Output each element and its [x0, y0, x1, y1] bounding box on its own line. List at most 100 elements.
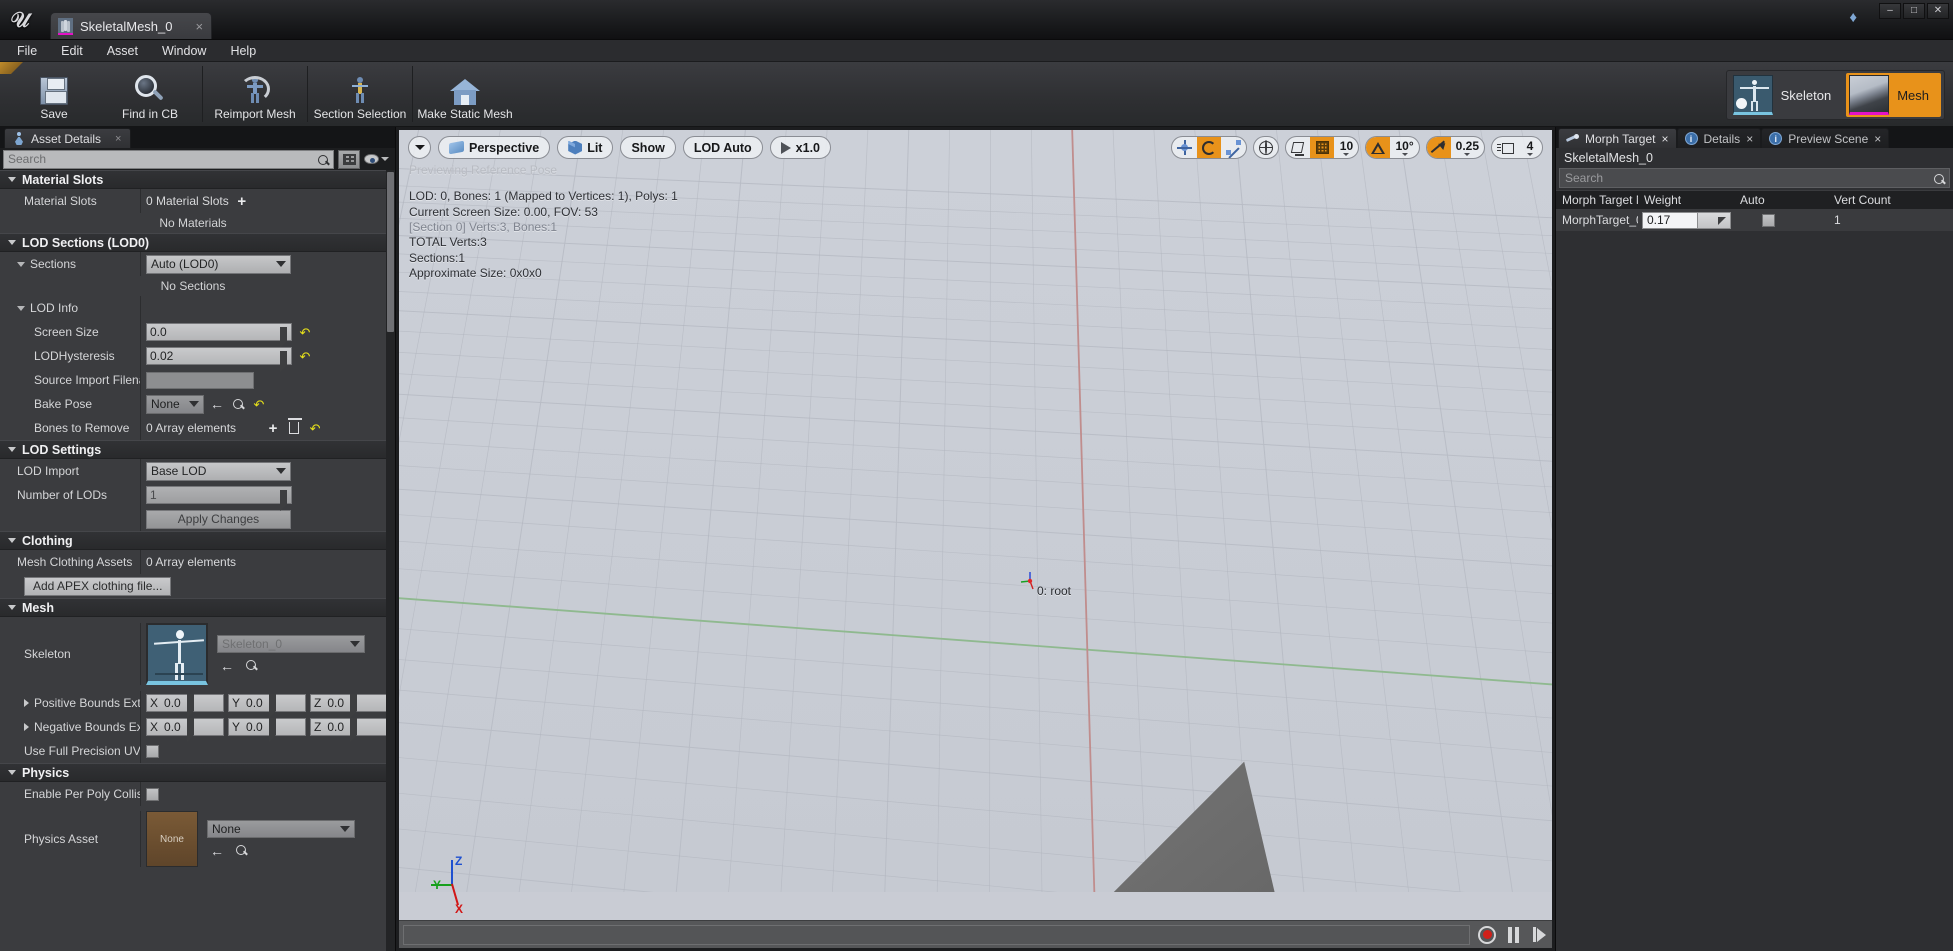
apply-changes-button[interactable]: Apply Changes [146, 509, 291, 529]
reimport-mesh-button[interactable]: Reimport Mesh [207, 62, 303, 126]
step-forward-button[interactable] [1526, 921, 1552, 949]
tab-preview-scene[interactable]: i Preview Scene × [1761, 128, 1890, 148]
show-flags-button[interactable]: Show [620, 136, 676, 159]
scale-snap-toggle[interactable] [1426, 137, 1451, 158]
category-mesh[interactable]: Mesh [0, 598, 386, 617]
surface-snap-button[interactable] [1286, 137, 1310, 158]
chevron-down-icon[interactable] [17, 261, 25, 267]
column-header-weight[interactable]: Weight [1638, 193, 1734, 207]
category-lod-sections[interactable]: LOD Sections (LOD0) [0, 233, 386, 252]
add-material-slot-button[interactable]: + [234, 193, 250, 209]
column-header-name[interactable]: Morph Target Name [1556, 193, 1638, 207]
negative-bounds-z-input[interactable]: Z 0.0 [310, 718, 386, 742]
tab-details[interactable]: i Details × [1676, 128, 1762, 148]
menu-help[interactable]: Help [219, 42, 267, 60]
find-in-content-browser-button[interactable]: Find in CB [102, 62, 198, 126]
lod-auto-button[interactable]: LOD Auto [682, 136, 763, 159]
view-mode-perspective-button[interactable]: Perspective [438, 136, 551, 159]
delete-icon[interactable] [286, 418, 303, 436]
positive-bounds-x-input[interactable]: X 0.0 [146, 694, 224, 718]
viewport-options-button[interactable] [408, 136, 431, 159]
close-icon[interactable]: × [115, 133, 121, 145]
use-full-precision-uvs-checkbox[interactable] [146, 744, 159, 758]
reset-to-default-button[interactable]: ↶ [307, 420, 323, 436]
pause-button[interactable] [1500, 921, 1526, 949]
category-clothing[interactable]: Clothing [0, 531, 386, 550]
mode-mesh-button[interactable]: Mesh [1846, 73, 1941, 117]
visibility-options-button[interactable] [364, 154, 392, 164]
spinner-icon[interactable] [280, 327, 289, 348]
add-element-button[interactable]: + [265, 420, 281, 436]
menu-file[interactable]: File [6, 42, 48, 60]
reset-to-default-button[interactable]: ↶ [297, 324, 313, 340]
lod-import-select[interactable]: Base LOD [146, 461, 291, 481]
rotation-snap-value-button[interactable]: 10° [1390, 137, 1418, 158]
move-tool-button[interactable] [1172, 137, 1197, 158]
layers-icon[interactable]: ♦ [1849, 9, 1857, 26]
category-material-slots[interactable]: Material Slots [0, 170, 386, 189]
use-selected-asset-button[interactable]: ← [209, 843, 225, 859]
scale-snap-value-button[interactable]: 0.25 [1451, 137, 1484, 158]
use-selected-asset-button[interactable]: ← [219, 658, 235, 674]
view-mode-lit-button[interactable]: Lit [557, 136, 614, 159]
add-apex-clothing-button[interactable]: Add APEX clothing file... [24, 576, 172, 596]
physics-asset-thumbnail[interactable]: None [146, 811, 198, 867]
bone-marker-root[interactable] [1019, 570, 1041, 597]
spinner-icon[interactable] [1698, 211, 1731, 229]
tab-asset-details[interactable]: Asset Details × [4, 128, 132, 148]
negative-bounds-x-input[interactable]: X 0.0 [146, 718, 224, 742]
skeleton-thumbnail[interactable] [146, 623, 208, 685]
reset-to-default-button[interactable]: ↶ [251, 396, 267, 412]
category-physics[interactable]: Physics [0, 763, 386, 782]
camera-speed-value-button[interactable]: 4 [1518, 137, 1542, 158]
close-icon[interactable]: × [1746, 132, 1753, 146]
rotate-tool-button[interactable] [1197, 137, 1222, 158]
menu-edit[interactable]: Edit [50, 42, 94, 60]
mesh-viewport[interactable]: Perspective Lit Show LOD Auto x1.0 10 10… [396, 127, 1555, 951]
lod-hysteresis-input[interactable]: 0.02 [146, 347, 292, 372]
close-button[interactable]: ✕ [1927, 3, 1949, 19]
timeline-scrubber[interactable] [403, 924, 1470, 945]
morph-search-wrapper[interactable] [1559, 168, 1950, 188]
viewport-render-surface[interactable]: Perspective Lit Show LOD Auto x1.0 10 10… [399, 130, 1552, 948]
maximize-button[interactable]: □ [1903, 3, 1925, 19]
save-button[interactable]: Save [6, 62, 102, 126]
browse-icon[interactable] [233, 843, 249, 859]
chevron-right-icon[interactable] [24, 723, 29, 731]
browse-icon[interactable] [230, 396, 246, 412]
record-button[interactable] [1474, 921, 1500, 949]
spinner-icon[interactable] [280, 490, 289, 511]
asset-tab-skeletalmesh[interactable]: SkeletalMesh_0 × [50, 12, 213, 39]
rotation-snap-toggle[interactable] [1366, 137, 1391, 158]
morph-weight-input[interactable]: 0.17 [1642, 211, 1734, 229]
positive-bounds-z-input[interactable]: Z 0.0 [310, 694, 386, 718]
enable-per-poly-collision-checkbox[interactable] [146, 787, 159, 801]
column-header-auto[interactable]: Auto [1734, 193, 1828, 207]
morph-search-input[interactable] [1565, 171, 1944, 185]
grid-snap-value-button[interactable]: 10 [1334, 137, 1358, 158]
chevron-right-icon[interactable] [24, 699, 29, 707]
negative-bounds-y-input[interactable]: Y 0.0 [228, 718, 306, 742]
section-selection-button[interactable]: Section Selection [312, 62, 408, 126]
menu-window[interactable]: Window [151, 42, 217, 60]
source-import-filename-input[interactable] [146, 371, 254, 389]
grid-snap-toggle[interactable] [1310, 137, 1335, 158]
minimize-button[interactable]: – [1879, 3, 1901, 19]
close-icon[interactable]: × [1661, 132, 1668, 146]
close-icon[interactable]: × [196, 19, 204, 34]
playback-speed-button[interactable]: x1.0 [769, 136, 832, 159]
reset-to-default-button[interactable]: ↶ [297, 348, 313, 364]
positive-bounds-y-input[interactable]: Y 0.0 [228, 694, 306, 718]
tab-morph-target[interactable]: Morph Target × [1558, 128, 1677, 148]
make-static-mesh-button[interactable]: Make Static Mesh [417, 62, 513, 126]
category-lod-settings[interactable]: LOD Settings [0, 440, 386, 459]
screen-size-input[interactable]: 0.0 [146, 323, 292, 348]
spinner-icon[interactable] [280, 351, 289, 372]
physics-asset-select[interactable]: None [207, 819, 355, 838]
menu-asset[interactable]: Asset [96, 42, 149, 60]
details-scrollbar[interactable] [386, 170, 395, 951]
scrollbar-thumb[interactable] [387, 172, 394, 332]
column-header-vert-count[interactable]: Vert Count [1828, 193, 1953, 207]
chevron-down-icon[interactable] [17, 305, 25, 311]
use-selected-asset-button[interactable]: ← [209, 396, 225, 412]
